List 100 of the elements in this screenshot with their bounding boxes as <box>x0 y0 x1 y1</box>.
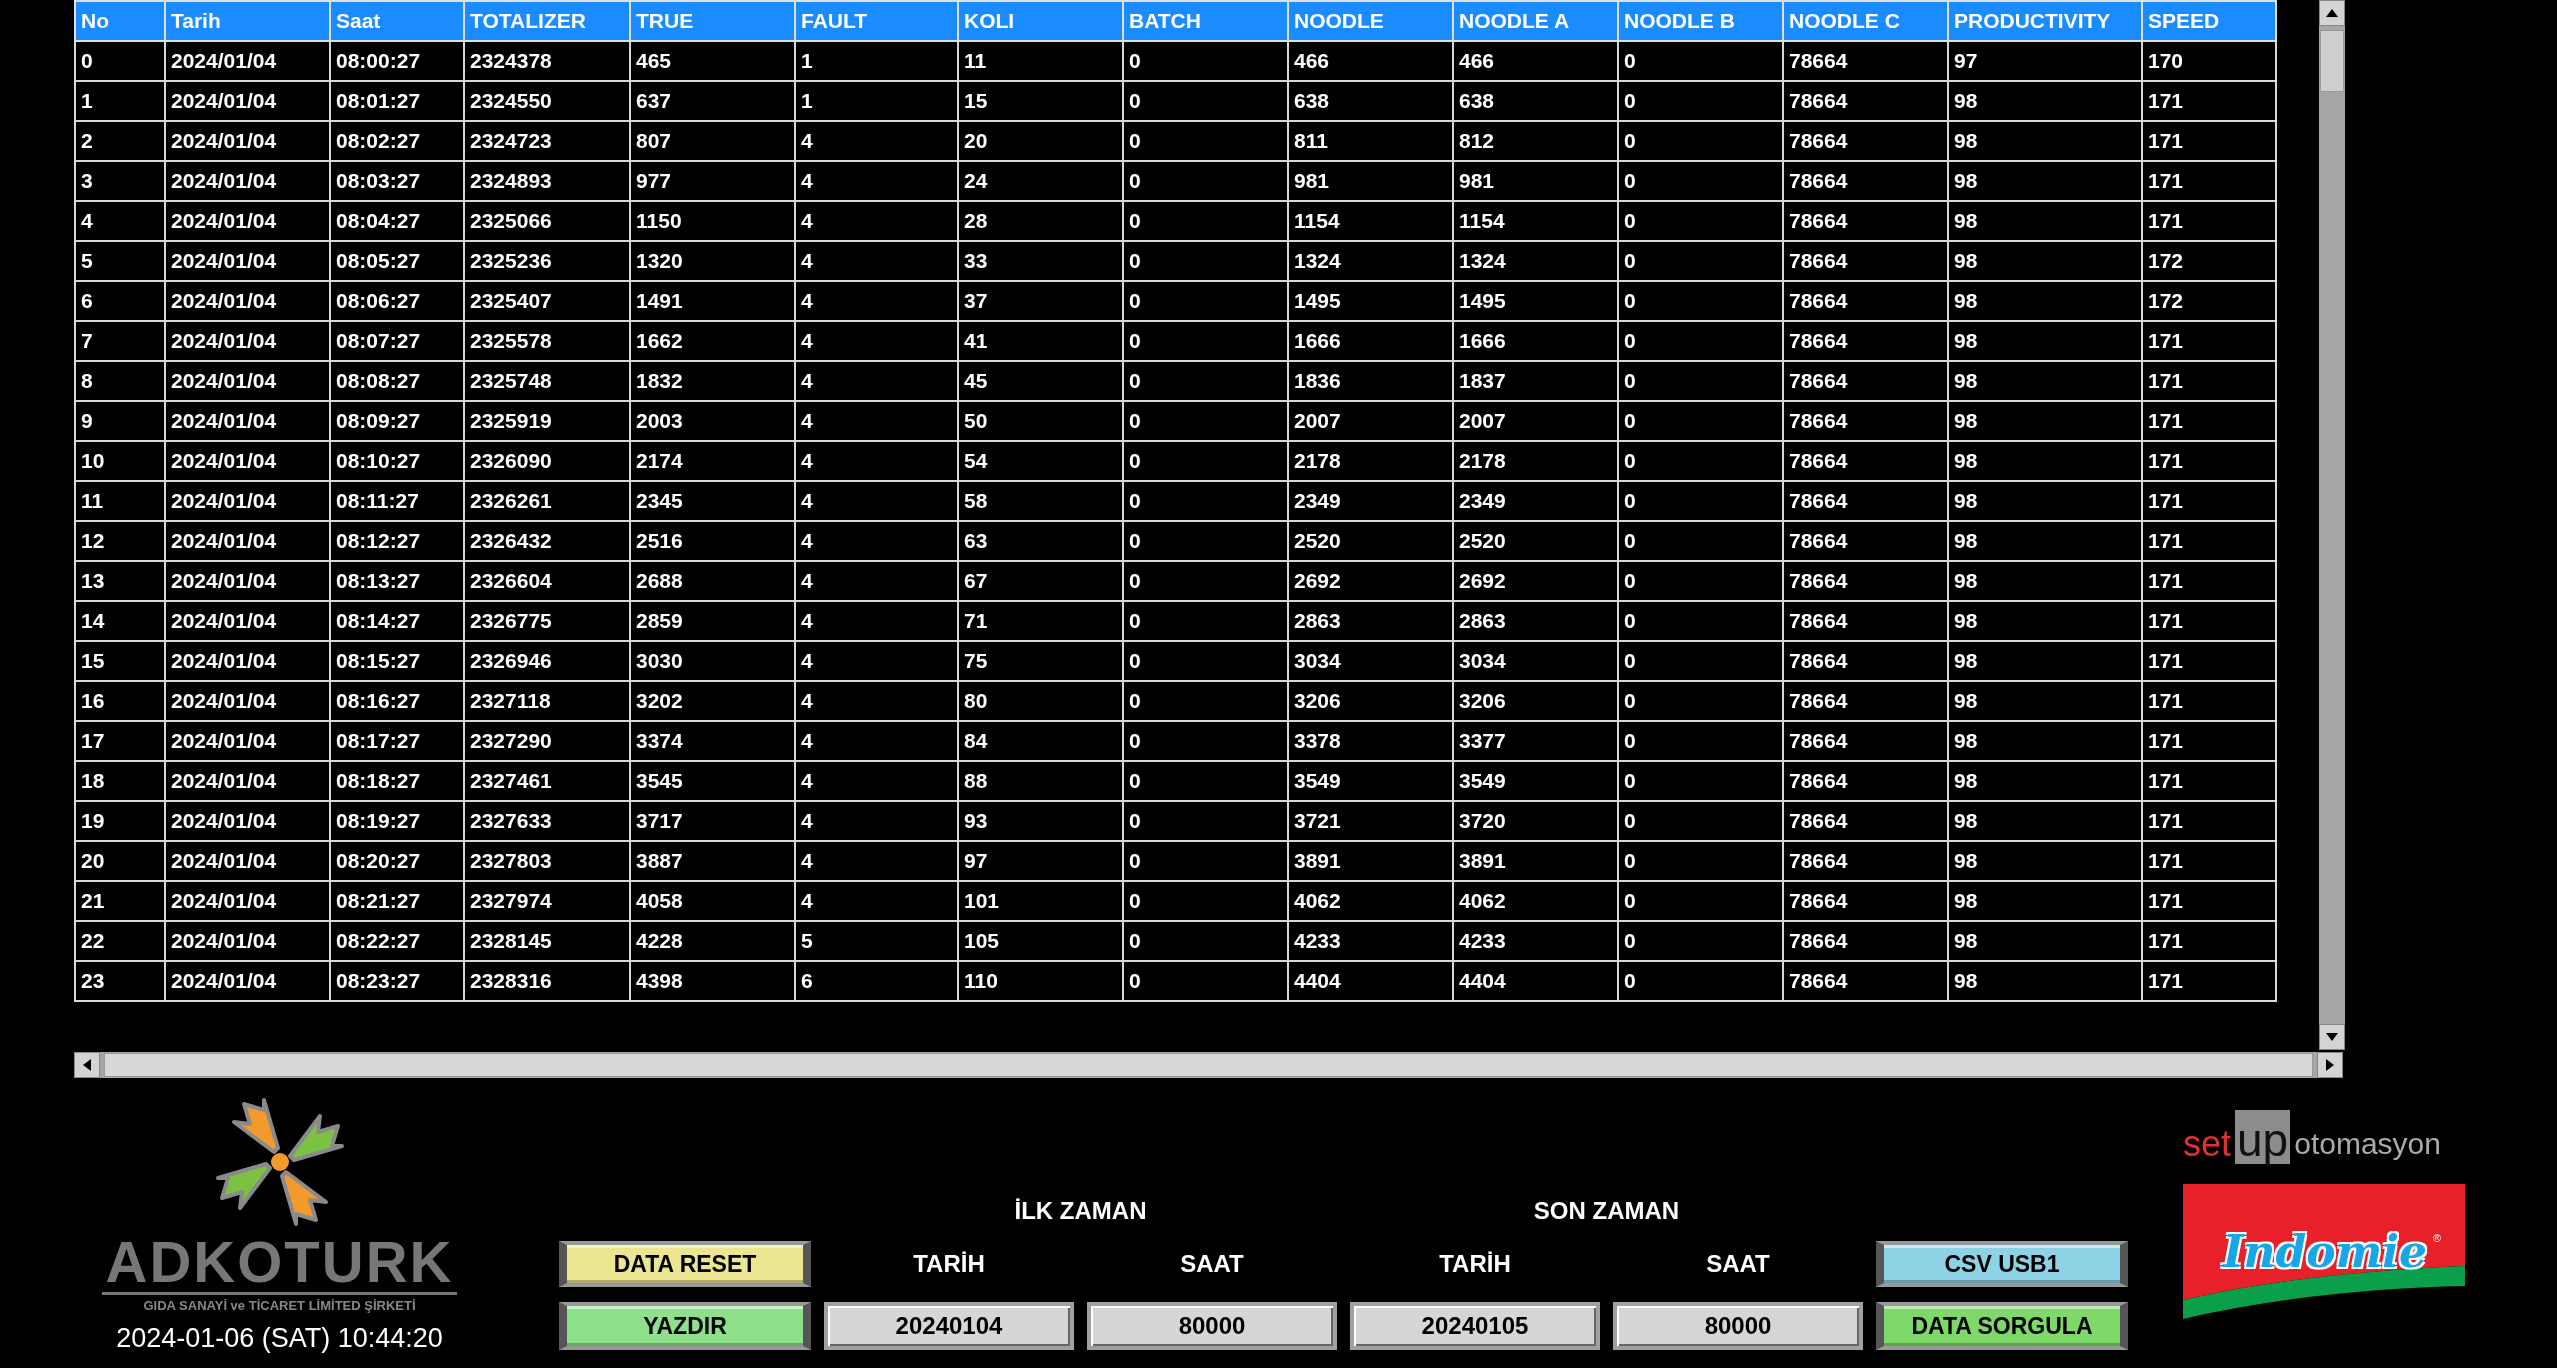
table-cell: 812 <box>1453 121 1618 161</box>
table-cell: 0 <box>1618 521 1783 561</box>
table-cell: 4 <box>795 361 958 401</box>
registered-mark: ® <box>2433 1232 2442 1244</box>
table-cell: 0 <box>1618 401 1783 441</box>
table-cell: 3545 <box>630 761 795 801</box>
table-cell: 78664 <box>1783 201 1948 241</box>
table-cell: 4062 <box>1288 881 1453 921</box>
scroll-down-button[interactable] <box>2319 1024 2345 1050</box>
column-header[interactable]: KOLI <box>958 1 1123 41</box>
table-cell: 0 <box>1618 441 1783 481</box>
table-cell: 1 <box>795 41 958 81</box>
action-button[interactable]: CSV USB1 <box>1876 1241 2128 1287</box>
down-arrow-icon <box>2326 1033 2338 1041</box>
table-cell: 4 <box>795 161 958 201</box>
table-cell: 2024/01/04 <box>165 841 330 881</box>
table-cell: 2327803 <box>464 841 630 881</box>
column-header[interactable]: NOODLE B <box>1618 1 1783 41</box>
date-field[interactable]: 20240105 <box>1350 1302 1600 1350</box>
table-cell: 98 <box>1948 161 2142 201</box>
table-cell: 2327118 <box>464 681 630 721</box>
table-cell: 4 <box>795 641 958 681</box>
table-cell: 13 <box>75 561 165 601</box>
table-cell: 2328145 <box>464 921 630 961</box>
table-cell: 4062 <box>1453 881 1618 921</box>
table-cell: 98 <box>1948 441 2142 481</box>
table-cell: 2024/01/04 <box>165 481 330 521</box>
action-button[interactable]: YAZDIR <box>559 1302 811 1350</box>
table-cell: 28 <box>958 201 1123 241</box>
table-cell: 4 <box>795 801 958 841</box>
action-button[interactable]: DATA RESET <box>559 1241 811 1287</box>
table-cell: 98 <box>1948 841 2142 881</box>
table-cell: 2178 <box>1288 441 1453 481</box>
table-cell: 78664 <box>1783 241 1948 281</box>
table-cell: 08:05:27 <box>330 241 464 281</box>
date-field[interactable]: 20240104 <box>824 1302 1074 1350</box>
table-cell: 1 <box>795 81 958 121</box>
scroll-up-button[interactable] <box>2319 0 2345 26</box>
column-header[interactable]: SPEED <box>2142 1 2276 41</box>
table-cell: 98 <box>1948 361 2142 401</box>
table-cell: 4 <box>795 281 958 321</box>
column-header[interactable]: NOODLE <box>1288 1 1453 41</box>
table-cell: 4 <box>795 401 958 441</box>
action-button[interactable]: DATA SORGULA <box>1876 1302 2128 1350</box>
table-cell: 2024/01/04 <box>165 721 330 761</box>
column-header[interactable]: FAULT <box>795 1 958 41</box>
table-cell: 1666 <box>1288 321 1453 361</box>
table-cell: 78664 <box>1783 481 1948 521</box>
time-field[interactable]: 80000 <box>1087 1302 1337 1350</box>
vertical-scrollbar[interactable] <box>2319 0 2345 1050</box>
table-cell: 98 <box>1948 321 2142 361</box>
table-cell: 78664 <box>1783 881 1948 921</box>
table-cell: 97 <box>958 841 1123 881</box>
table-cell: 2024/01/04 <box>165 41 330 81</box>
table-cell: 2327633 <box>464 801 630 841</box>
table-cell: 1154 <box>1453 201 1618 241</box>
table-cell: 08:02:27 <box>330 121 464 161</box>
table-cell: 0 <box>1618 761 1783 801</box>
table-cell: 2024/01/04 <box>165 601 330 641</box>
table-cell: 78664 <box>1783 441 1948 481</box>
scroll-right-button[interactable] <box>2317 1052 2343 1078</box>
table-cell: 98 <box>1948 641 2142 681</box>
table-cell: 98 <box>1948 801 2142 841</box>
column-header[interactable]: TOTALIZER <box>464 1 630 41</box>
table-cell: 78664 <box>1783 641 1948 681</box>
table-cell: 171 <box>2142 801 2276 841</box>
column-header[interactable]: TRUE <box>630 1 795 41</box>
table-cell: 0 <box>1123 681 1288 721</box>
column-header[interactable]: NOODLE A <box>1453 1 1618 41</box>
table-cell: 08:11:27 <box>330 481 464 521</box>
table-cell: 4 <box>795 481 958 521</box>
table-cell: 465 <box>630 41 795 81</box>
table-cell: 105 <box>958 921 1123 961</box>
column-header[interactable]: Saat <box>330 1 464 41</box>
table-cell: 0 <box>1618 361 1783 401</box>
table-cell: 3206 <box>1453 681 1618 721</box>
table-cell: 171 <box>2142 361 2276 401</box>
table-cell: 78664 <box>1783 321 1948 361</box>
scroll-thumb[interactable] <box>2320 30 2344 92</box>
table-cell: 2024/01/04 <box>165 281 330 321</box>
column-header[interactable]: BATCH <box>1123 1 1288 41</box>
table-cell: 78664 <box>1783 561 1948 601</box>
column-header[interactable]: NOODLE C <box>1783 1 1948 41</box>
table-cell: 807 <box>630 121 795 161</box>
table-cell: 58 <box>958 481 1123 521</box>
table-cell: 3206 <box>1288 681 1453 721</box>
column-header[interactable]: No <box>75 1 165 41</box>
column-header[interactable]: Tarih <box>165 1 330 41</box>
table-cell: 98 <box>1948 921 2142 961</box>
scroll-left-button[interactable] <box>74 1052 100 1078</box>
table-cell: 2024/01/04 <box>165 761 330 801</box>
time-field[interactable]: 80000 <box>1613 1302 1863 1350</box>
table-cell: 67 <box>958 561 1123 601</box>
table-cell: 4 <box>795 441 958 481</box>
column-header[interactable]: PRODUCTIVITY <box>1948 1 2142 41</box>
table-cell: 2024/01/04 <box>165 681 330 721</box>
table-cell: 3549 <box>1453 761 1618 801</box>
table-cell: 4404 <box>1453 961 1618 1001</box>
table-cell: 98 <box>1948 721 2142 761</box>
table-cell: 0 <box>1618 281 1783 321</box>
